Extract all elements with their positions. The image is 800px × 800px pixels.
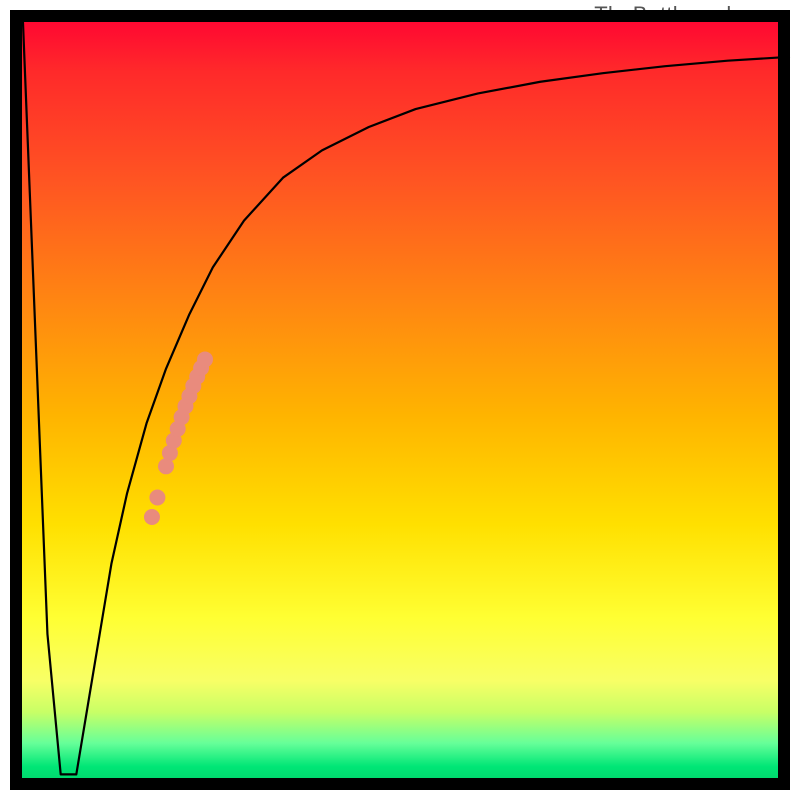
marker-point	[144, 509, 160, 525]
plot-area	[10, 10, 790, 790]
bottleneck-curve	[22, 10, 790, 774]
marker-point	[197, 351, 213, 367]
chart-container: TheBottleneck.com	[0, 0, 800, 800]
chart-svg	[10, 10, 790, 790]
marker-point	[149, 490, 165, 506]
highlighted-points	[144, 351, 213, 525]
